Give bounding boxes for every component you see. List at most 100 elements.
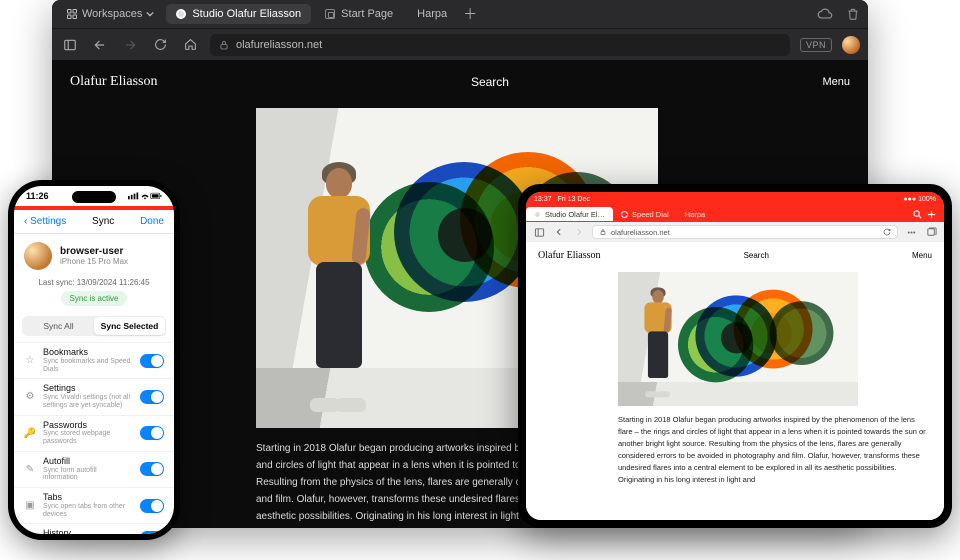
item-title: Autofill	[43, 457, 133, 467]
tabs-overview-button[interactable]	[924, 225, 938, 239]
url-text: olafureliasson.net	[611, 228, 670, 237]
panel-toggle-icon[interactable]	[60, 35, 80, 55]
cloud-sync-icon[interactable]	[816, 5, 834, 23]
page-search-link[interactable]: Search	[744, 251, 769, 260]
tab-start-page[interactable]: Start Page	[315, 4, 403, 24]
lock-icon	[599, 228, 607, 236]
address-bar: olafureliasson.net VPN	[52, 28, 868, 60]
avatar	[24, 242, 52, 270]
person-figure	[298, 168, 388, 412]
tab-label: Studio Olafur Eliasson	[192, 8, 301, 20]
forward-button[interactable]	[120, 35, 140, 55]
dynamic-island	[72, 191, 116, 203]
item-title: History	[43, 529, 133, 534]
artwork-photo	[618, 272, 858, 406]
tab-speed-dial[interactable]: Speed Dial	[613, 207, 677, 221]
search-button[interactable]	[910, 207, 924, 221]
address-bar: olafureliasson.net	[526, 222, 944, 242]
item-title: Settings	[43, 384, 133, 394]
tab-studio-olafur[interactable]: Studio Olafur El…	[526, 207, 613, 221]
tab-label: Speed Dial	[632, 210, 669, 219]
item-subtitle: Sync bookmarks and Speed Dials	[43, 358, 133, 373]
back-button[interactable]	[90, 35, 110, 55]
startpage-icon	[325, 9, 335, 19]
tab-strip: Studio Olafur El… Speed Dial Harpa	[526, 206, 944, 222]
segment-sync-all[interactable]: Sync All	[23, 317, 94, 335]
nav-back-button[interactable]: ‹ Settings	[24, 216, 66, 227]
page-brand[interactable]: Olafur Eliasson	[70, 74, 157, 90]
item-toggle[interactable]	[140, 390, 164, 404]
nav-done-button[interactable]: Done	[140, 216, 164, 227]
item-toggle[interactable]	[140, 531, 164, 534]
profile-avatar[interactable]	[842, 36, 860, 54]
chevron-down-icon	[146, 10, 154, 18]
tab-label: Harpa	[417, 8, 447, 20]
forward-button[interactable]	[572, 225, 586, 239]
person-figure	[640, 290, 680, 397]
panel-toggle-icon[interactable]	[532, 225, 546, 239]
lens-flare-artwork	[678, 278, 840, 400]
item-icon: ⧗	[24, 532, 36, 534]
segment-sync-selected[interactable]: Sync Selected	[94, 317, 165, 335]
item-icon: ▣	[24, 500, 36, 512]
back-button[interactable]	[552, 225, 566, 239]
plus-icon	[926, 209, 937, 220]
sync-status-badge: Sync is active	[61, 291, 128, 306]
page-search-link[interactable]: Search	[471, 75, 509, 89]
url-field[interactable]: olafureliasson.net	[210, 34, 790, 56]
tab-label: Studio Olafur El…	[545, 210, 605, 219]
page-menu-link[interactable]: Menu	[822, 76, 850, 88]
vpn-badge[interactable]: VPN	[800, 38, 832, 52]
share-button[interactable]	[904, 225, 918, 239]
item-toggle[interactable]	[140, 462, 164, 476]
webpage-content: Olafur Eliasson Search Menu	[526, 242, 944, 520]
tab-harpa[interactable]: Harpa	[407, 4, 457, 24]
new-tab-button[interactable]	[924, 207, 938, 221]
sync-scope-segment[interactable]: Sync All Sync Selected	[22, 316, 166, 336]
reload-icon[interactable]	[883, 228, 891, 236]
sync-items-list: ☆ BookmarksSync bookmarks and Speed Dials…	[14, 342, 174, 534]
search-icon	[912, 209, 923, 220]
status-time: 11:26	[26, 191, 49, 201]
item-icon: 🔑	[24, 427, 36, 439]
item-toggle[interactable]	[140, 426, 164, 440]
sync-info: Last sync: 13/09/2024 11:26:45 Sync is a…	[14, 278, 174, 310]
workspaces-menu[interactable]: Workspaces	[58, 8, 162, 20]
device-name: iPhone 15 Pro Max	[60, 257, 128, 266]
status-bar: 13:37 Fri 13 Dec ●●● 100%	[526, 192, 944, 206]
profile-row[interactable]: browser-user iPhone 15 Pro Max	[14, 234, 174, 278]
item-subtitle: Sync form autofill information	[43, 467, 133, 482]
page-menu-link[interactable]: Menu	[912, 251, 932, 260]
tab-harpa[interactable]: Harpa	[677, 207, 713, 221]
item-icon: ⚙	[24, 391, 36, 403]
sync-item-passwords[interactable]: 🔑PasswordsSync stored webpage passwords	[14, 415, 174, 451]
workspaces-label: Workspaces	[82, 8, 142, 20]
page-header: Olafur Eliasson Search Menu	[526, 242, 944, 265]
workspaces-icon	[66, 8, 78, 20]
trash-icon[interactable]	[844, 5, 862, 23]
item-toggle[interactable]	[140, 354, 164, 368]
page-brand[interactable]: Olafur Eliasson	[538, 250, 601, 261]
sync-item-autofill[interactable]: ✎AutofillSync form autofill information	[14, 451, 174, 487]
status-time: 13:37	[534, 196, 552, 203]
sync-item-settings[interactable]: ⚙SettingsSync Vivaldi settings (not all …	[14, 378, 174, 414]
page-header: Olafur Eliasson Search Menu	[52, 60, 868, 100]
item-icon: ☆	[24, 355, 36, 367]
home-button[interactable]	[180, 35, 200, 55]
item-title: Passwords	[43, 421, 133, 431]
new-tab-button[interactable]: ＋	[461, 5, 479, 23]
tab-label: Harpa	[685, 210, 705, 219]
reload-button[interactable]	[150, 35, 170, 55]
url-field[interactable]: olafureliasson.net	[592, 225, 898, 239]
item-subtitle: Sync open tabs from other devices	[43, 503, 133, 518]
item-toggle[interactable]	[140, 499, 164, 513]
sync-item-history[interactable]: ⧗HistorySync History and Typed Urls	[14, 523, 174, 534]
sync-item-bookmarks[interactable]: ☆ BookmarksSync bookmarks and Speed Dials	[14, 342, 174, 378]
tab-strip: Workspaces Studio Olafur Eliasson Start …	[52, 0, 868, 28]
username: browser-user	[60, 246, 128, 257]
tab-studio-olafur[interactable]: Studio Olafur Eliasson	[166, 4, 311, 24]
sync-item-tabs[interactable]: ▣ TabsSync open tabs from other devices	[14, 487, 174, 523]
status-date: Fri 13 Dec	[558, 196, 590, 203]
item-title: Bookmarks	[43, 348, 133, 358]
item-title: Tabs	[43, 493, 133, 503]
